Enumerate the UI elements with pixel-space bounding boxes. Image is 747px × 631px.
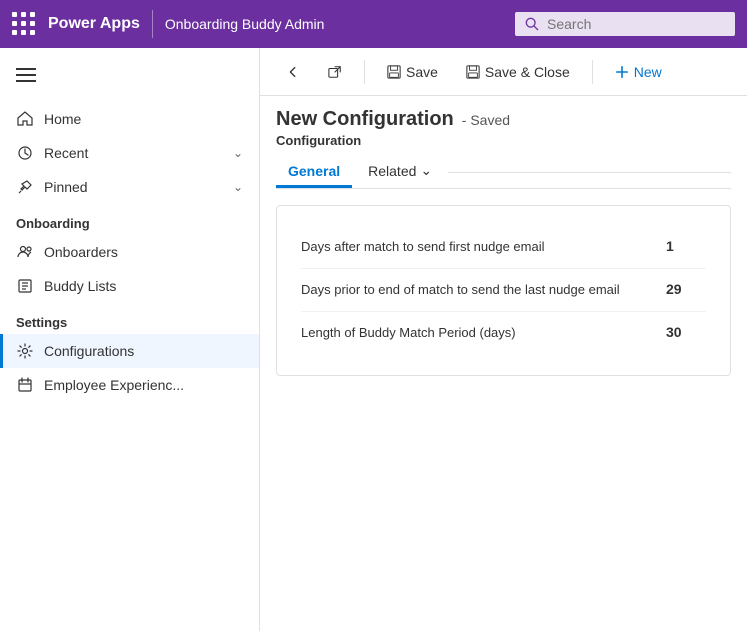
sidebar-item-buddy-lists[interactable]: Buddy Lists [0, 269, 259, 303]
topbar-divider [152, 10, 153, 38]
section-title-onboarding: Onboarding [0, 204, 259, 235]
toolbar: Save Save & Close New [260, 48, 747, 96]
new-icon [615, 65, 629, 79]
form-label-1: Days prior to end of match to send the l… [301, 281, 650, 299]
content-area: Save Save & Close New [260, 48, 747, 631]
calendar-icon [16, 376, 34, 394]
grid-icon[interactable] [12, 12, 36, 36]
sidebar-item-onboarders[interactable]: Onboarders [0, 235, 259, 269]
form-value-2: 30 [666, 324, 706, 340]
record-title: New Configuration [276, 108, 454, 131]
gear-icon [16, 342, 34, 360]
pin-icon [16, 178, 34, 196]
related-chevron-icon: ⌄ [420, 162, 432, 179]
save-close-label: Save & Close [485, 64, 570, 80]
tab-related[interactable]: Related ⌄ [356, 156, 444, 188]
form-row-0: Days after match to send first nudge ema… [301, 226, 706, 269]
save-icon [387, 65, 401, 79]
form-value-1: 29 [666, 281, 706, 297]
record-entity: Configuration [276, 133, 731, 148]
sidebar-item-recent-label: Recent [44, 145, 223, 161]
form-row-2: Length of Buddy Match Period (days) 30 [301, 312, 706, 354]
new-label: New [634, 64, 662, 80]
section-title-settings: Settings [0, 303, 259, 334]
sidebar-item-employee-experience[interactable]: Employee Experienc... [0, 368, 259, 402]
sidebar-item-employee-experience-label: Employee Experienc... [44, 377, 243, 393]
save-close-button[interactable]: Save & Close [456, 59, 580, 85]
clock-icon [16, 144, 34, 162]
record-status: - Saved [462, 112, 510, 128]
save-label: Save [406, 64, 438, 80]
search-input[interactable] [547, 16, 725, 32]
onboarders-icon [16, 243, 34, 261]
sidebar-item-home[interactable]: Home [0, 102, 259, 136]
buddy-lists-icon [16, 277, 34, 295]
app-name: Power Apps [48, 15, 140, 33]
form-label-0: Days after match to send first nudge ema… [301, 238, 650, 256]
sidebar-item-pinned[interactable]: Pinned ⌄ [0, 170, 259, 204]
main-layout: Home Recent ⌄ Pinned ⌄ Onboardi [0, 48, 747, 631]
tabs-bar: General Related ⌄ [260, 148, 747, 188]
back-button[interactable] [276, 60, 310, 84]
save-close-icon [466, 65, 480, 79]
top-bar: Power Apps Onboarding Buddy Admin [0, 0, 747, 48]
tab-general[interactable]: General [276, 157, 352, 188]
form-value-0: 1 [666, 238, 706, 254]
pinned-chevron-icon: ⌄ [233, 180, 243, 194]
sidebar-item-configurations-label: Configurations [44, 343, 243, 359]
tab-divider [448, 172, 731, 173]
form-label-2: Length of Buddy Match Period (days) [301, 324, 650, 342]
sidebar-item-recent[interactable]: Recent ⌄ [0, 136, 259, 170]
search-icon [525, 17, 539, 31]
search-bar[interactable] [515, 12, 735, 36]
open-external-button[interactable] [318, 60, 352, 84]
new-button[interactable]: New [605, 59, 672, 85]
back-icon [286, 65, 300, 79]
sidebar-item-buddy-lists-label: Buddy Lists [44, 278, 243, 294]
sidebar-item-configurations[interactable]: Configurations [0, 334, 259, 368]
related-tab-label: Related [368, 163, 416, 179]
toolbar-separator-2 [592, 60, 593, 84]
form-card: Days after match to send first nudge ema… [276, 205, 731, 376]
record-header: New Configuration - Saved Configuration [260, 96, 747, 148]
save-button[interactable]: Save [377, 59, 448, 85]
external-icon [328, 65, 342, 79]
sidebar: Home Recent ⌄ Pinned ⌄ Onboardi [0, 48, 260, 631]
form-content: Days after match to send first nudge ema… [260, 189, 747, 631]
sidebar-item-home-label: Home [44, 111, 243, 127]
section-name: Onboarding Buddy Admin [165, 16, 325, 32]
recent-chevron-icon: ⌄ [233, 146, 243, 160]
form-row-1: Days prior to end of match to send the l… [301, 269, 706, 312]
home-icon [16, 110, 34, 128]
sidebar-item-pinned-label: Pinned [44, 179, 223, 195]
sidebar-item-onboarders-label: Onboarders [44, 244, 243, 260]
toolbar-separator-1 [364, 60, 365, 84]
hamburger-button[interactable] [0, 48, 259, 102]
